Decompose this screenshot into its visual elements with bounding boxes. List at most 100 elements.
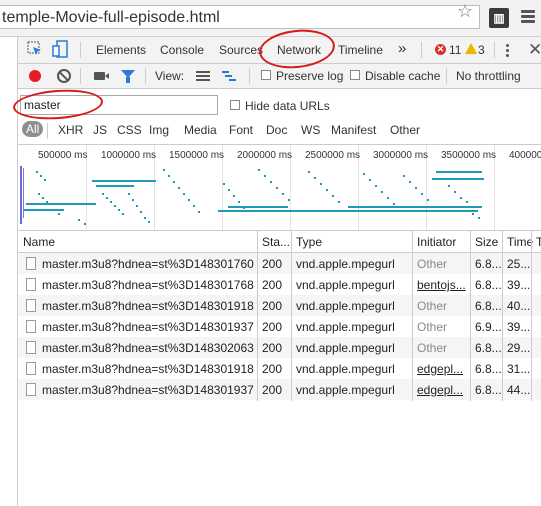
request-time: 40... — [507, 299, 531, 313]
address-bar[interactable]: temple-Movie-full-episode.html — [0, 5, 480, 29]
overview-tick: 1000000 ms — [101, 150, 157, 161]
request-size: 6.8... — [475, 278, 502, 292]
request-name[interactable]: master.m3u8?hdnea=st%3D1483020633... — [42, 341, 254, 355]
table-row[interactable]: master.m3u8?hdnea=st%3D1483017680... 200 v… — [18, 274, 541, 295]
table-row[interactable]: master.m3u8?hdnea=st%3D1483019181... 200 v… — [18, 358, 541, 379]
preserve-log-label[interactable]: Preserve log — [276, 69, 343, 83]
device-mode-icon[interactable] — [52, 40, 68, 58]
close-icon[interactable]: ✕ — [528, 40, 541, 60]
table-row[interactable]: master.m3u8?hdnea=st%3D1483017607... 200 v… — [18, 253, 541, 274]
request-name[interactable]: master.m3u8?hdnea=st%3D1483019373... — [42, 320, 254, 334]
capture-screenshots-icon[interactable] — [94, 72, 109, 80]
overview-tick: 2000000 ms — [237, 150, 293, 161]
request-status: 200 — [262, 320, 283, 334]
hide-data-urls-label[interactable]: Hide data URLs — [245, 99, 330, 113]
warning-icon[interactable] — [465, 43, 477, 54]
network-toolbar: View: Preserve log Disable cache No thro… — [17, 64, 541, 89]
document-icon — [26, 341, 36, 354]
more-tabs-chevron-icon[interactable]: » — [398, 40, 406, 57]
table-row[interactable]: master.m3u8?hdnea=st%3D1483019373... 200 v… — [18, 379, 541, 400]
type-filter-font[interactable]: Font — [229, 123, 253, 137]
column-header-type[interactable]: Type — [296, 235, 322, 249]
column-header-status[interactable]: Sta... — [262, 235, 290, 249]
extension-icon[interactable]: ▥ — [489, 8, 509, 28]
clear-icon[interactable] — [57, 69, 71, 83]
document-icon — [26, 299, 36, 312]
request-time: 25... — [507, 257, 531, 271]
throttling-select[interactable]: No throttling — [456, 69, 521, 83]
request-initiator[interactable]: bentojs... — [417, 278, 466, 292]
document-icon — [26, 257, 36, 270]
hide-data-urls-checkbox[interactable] — [230, 100, 240, 110]
table-row[interactable]: master.m3u8?hdnea=st%3D1483019181... 200 v… — [18, 295, 541, 316]
request-type: vnd.apple.mpegurl — [296, 341, 395, 355]
type-filter-js[interactable]: JS — [93, 123, 107, 137]
overview-tick: 400000 — [509, 150, 541, 161]
preserve-log-checkbox[interactable] — [261, 70, 271, 80]
type-filter-img[interactable]: Img — [149, 123, 169, 137]
view-label: View: — [155, 69, 185, 83]
request-initiator: Other — [417, 341, 448, 355]
browser-menu-icon[interactable] — [521, 8, 535, 28]
table-row[interactable]: master.m3u8?hdnea=st%3D1483019373... 200 v… — [18, 316, 541, 337]
overview-tick: 3500000 ms — [441, 150, 497, 161]
type-filter-xhr[interactable]: XHR — [58, 123, 83, 137]
document-icon — [26, 278, 36, 291]
table-header: Name Sta... Type Initiator Size Time T — [18, 231, 541, 253]
request-size: 6.8... — [475, 341, 502, 355]
request-size: 6.8... — [475, 362, 502, 376]
type-filter-manifest[interactable]: Manifest — [331, 123, 376, 137]
error-icon[interactable]: ✕ — [435, 44, 446, 55]
column-header-initiator[interactable]: Initiator — [417, 235, 456, 249]
overview-icon[interactable] — [222, 71, 236, 81]
request-type: vnd.apple.mpegurl — [296, 383, 395, 397]
filter-icon[interactable] — [121, 70, 135, 83]
request-status: 200 — [262, 383, 283, 397]
table-row[interactable]: master.m3u8?hdnea=st%3D1483020633... 200 v… — [18, 337, 541, 358]
resource-type-filters: All XHR JS CSS Img Media Font Doc WS Man… — [17, 118, 541, 145]
type-filter-other[interactable]: Other — [390, 123, 420, 137]
request-name[interactable]: master.m3u8?hdnea=st%3D1483017607... — [42, 257, 254, 271]
request-name[interactable]: master.m3u8?hdnea=st%3D1483017680... — [42, 278, 254, 292]
request-size: 6.8... — [475, 299, 502, 313]
more-options-icon[interactable] — [506, 42, 510, 59]
bookmark-star-icon[interactable]: ☆ — [457, 1, 473, 22]
request-status: 200 — [262, 257, 283, 271]
type-filter-all[interactable]: All — [22, 121, 44, 137]
network-requests-table: Name Sta... Type Initiator Size Time T m… — [17, 231, 541, 506]
overview-tick: 2500000 ms — [305, 150, 361, 161]
type-filter-media[interactable]: Media — [184, 123, 217, 137]
request-time: 31... — [507, 362, 531, 376]
record-icon[interactable] — [29, 70, 41, 82]
network-overview[interactable]: 500000 ms 1000000 ms 1500000 ms 2000000 … — [17, 145, 541, 231]
overview-waterfall — [20, 166, 484, 225]
disable-cache-label[interactable]: Disable cache — [365, 69, 440, 83]
request-type: vnd.apple.mpegurl — [296, 299, 395, 313]
request-name[interactable]: master.m3u8?hdnea=st%3D1483019373... — [42, 383, 254, 397]
large-rows-icon[interactable] — [196, 71, 210, 81]
warning-count[interactable]: 3 — [478, 43, 485, 57]
column-header-size[interactable]: Size — [475, 235, 498, 249]
request-name[interactable]: master.m3u8?hdnea=st%3D1483019181... — [42, 299, 254, 313]
tab-timeline[interactable]: Timeline — [338, 43, 383, 57]
tab-elements[interactable]: Elements — [96, 43, 146, 57]
type-filter-ws[interactable]: WS — [301, 123, 320, 137]
document-icon — [26, 320, 36, 333]
url-text: temple-Movie-full-episode.html — [2, 9, 220, 26]
error-count[interactable]: 11 — [449, 43, 461, 57]
inspect-element-icon[interactable] — [27, 41, 43, 57]
column-header-timeline[interactable]: T — [536, 235, 541, 249]
request-initiator: Other — [417, 299, 448, 313]
request-initiator[interactable]: edgepl... — [417, 362, 463, 376]
tab-sources[interactable]: Sources — [219, 43, 263, 57]
type-filter-doc[interactable]: Doc — [266, 123, 287, 137]
column-header-time[interactable]: Time — [507, 235, 533, 249]
type-filter-css[interactable]: CSS — [117, 123, 142, 137]
request-initiator[interactable]: edgepl... — [417, 383, 463, 397]
request-name[interactable]: master.m3u8?hdnea=st%3D1483019181... — [42, 362, 254, 376]
tab-console[interactable]: Console — [160, 43, 204, 57]
request-type: vnd.apple.mpegurl — [296, 278, 395, 292]
disable-cache-checkbox[interactable] — [350, 70, 360, 80]
column-header-name[interactable]: Name — [23, 235, 55, 249]
overview-tick: 3000000 ms — [373, 150, 429, 161]
